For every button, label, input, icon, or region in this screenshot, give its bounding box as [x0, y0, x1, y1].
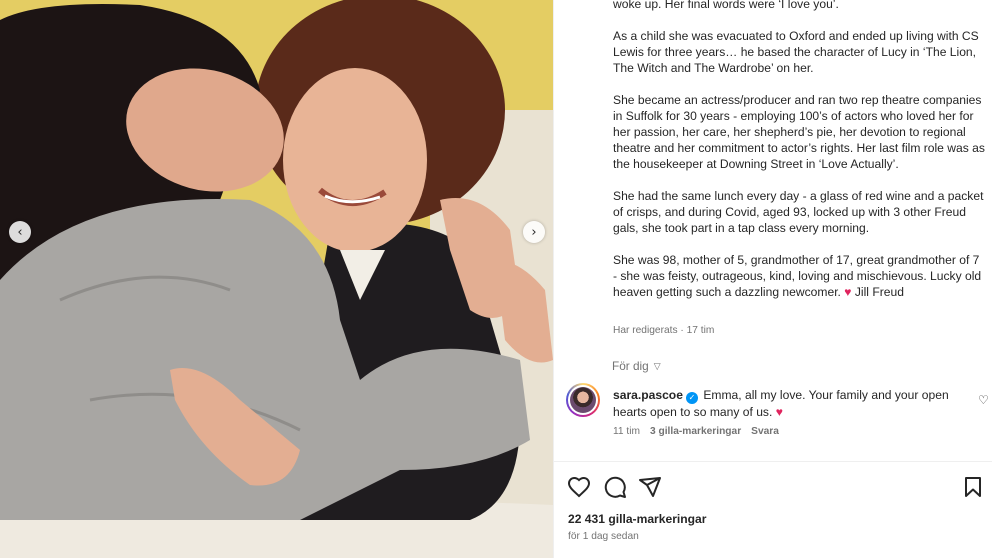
reply-button[interactable]: Svara: [751, 426, 779, 437]
previous-image-button[interactable]: ‹: [9, 221, 31, 243]
post-side-panel: woke up. Her final words were ‘I love yo…: [553, 0, 992, 558]
comment-username[interactable]: sara.pascoe: [613, 388, 683, 402]
like-heart-icon[interactable]: [567, 475, 591, 499]
avatar[interactable]: [566, 383, 600, 417]
verified-badge-icon: ✓: [685, 392, 698, 404]
caption-last-text: She was 98, mother of 5, grandmother of …: [613, 253, 982, 299]
post-actions: 22 431 gilla-markeringar för 1 dag sedan: [554, 461, 992, 558]
post-timestamp: för 1 dag sedan: [568, 531, 639, 542]
chevron-left-icon: ‹: [17, 224, 23, 240]
edited-timestamp: Har redigerats · 17 tim: [613, 325, 715, 336]
comment-meta: 11 tim 3 gilla-markeringar Svara: [613, 426, 779, 437]
heart-emoji-icon: ♥: [775, 405, 783, 419]
for-you-dropdown[interactable]: För dig ▽: [612, 359, 661, 373]
comment-likes-link[interactable]: 3 gilla-markeringar: [650, 426, 741, 437]
chevron-down-icon: ▽: [653, 360, 661, 371]
caption-paragraph: As a child she was evacuated to Oxford a…: [613, 29, 979, 75]
next-image-button[interactable]: ›: [523, 221, 545, 243]
photo-illustration: [0, 0, 553, 558]
author-signoff: Jill Freud: [854, 285, 904, 299]
post-photo[interactable]: ‹ ›: [0, 0, 553, 558]
for-you-label: För dig: [612, 359, 649, 373]
likes-count[interactable]: 22 431 gilla-markeringar: [568, 512, 706, 526]
share-send-icon[interactable]: [638, 475, 662, 499]
chevron-right-icon: ›: [531, 224, 537, 240]
save-bookmark-icon[interactable]: [961, 475, 985, 499]
comment-body: sara.pascoe ✓ Emma, all my love. Your fam…: [613, 387, 953, 420]
caption-paragraph-last: She was 98, mother of 5, grandmother of …: [613, 252, 985, 300]
comment-like-icon[interactable]: ♡: [978, 393, 989, 407]
caption-paragraph: She had the same lunch every day - a gla…: [613, 189, 984, 235]
comment-item: sara.pascoe ✓ Emma, all my love. Your fam…: [566, 381, 992, 441]
comment-time: 11 tim: [613, 426, 640, 437]
comment-bubble-icon[interactable]: [603, 475, 627, 499]
caption-paragraph: woke up. Her final words were ‘I love yo…: [613, 0, 839, 11]
caption-paragraph: She became an actress/producer and ran t…: [613, 93, 985, 171]
heart-emoji-icon: ♥: [844, 285, 852, 299]
post-caption: woke up. Her final words were ‘I love yo…: [613, 0, 985, 300]
